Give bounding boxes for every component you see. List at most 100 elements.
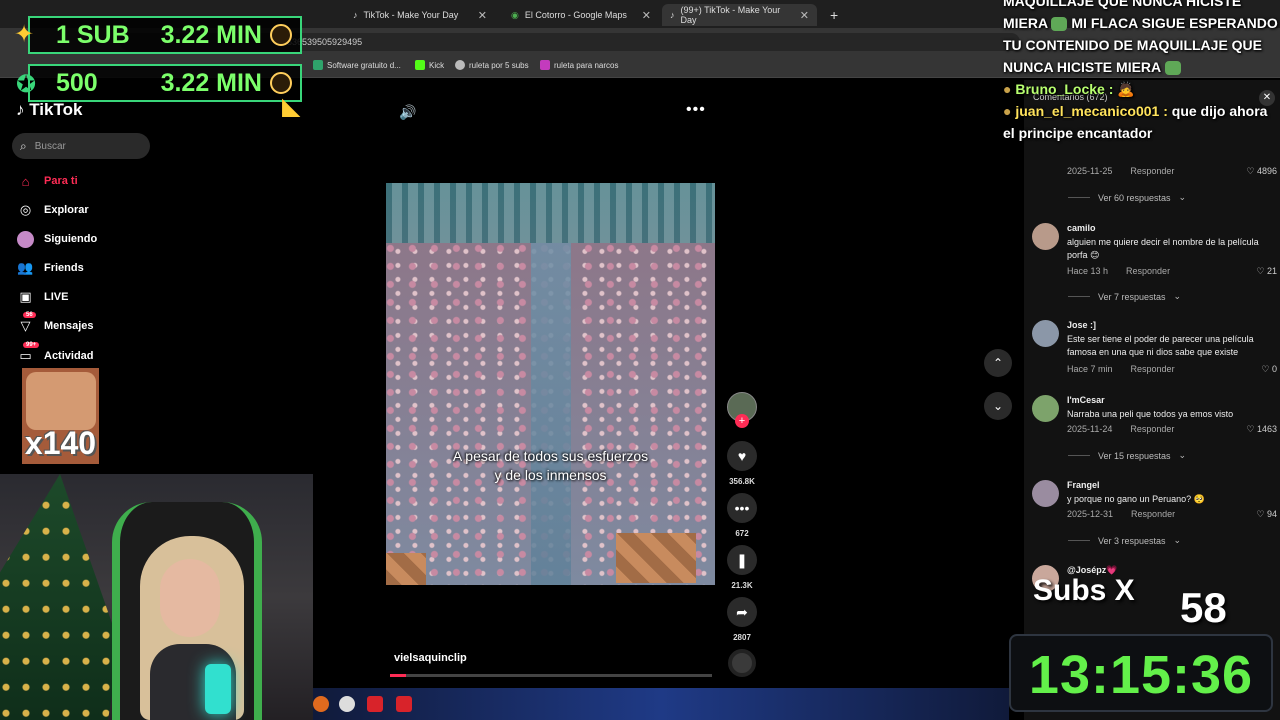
- nav-siguiendo[interactable]: Siguiendo: [17, 229, 97, 249]
- comment-text: Este ser tiene el poder de parecer una p…: [1067, 334, 1254, 357]
- comment-meta: 2025-11-25 Responder: [1067, 166, 1174, 176]
- live-icon: ▣: [19, 289, 32, 304]
- video-progress-bar[interactable]: [390, 674, 712, 677]
- close-tab-icon[interactable]: ✕: [478, 9, 487, 22]
- follow-plus-icon[interactable]: +: [735, 414, 749, 428]
- comment-meta: 2025-12-31 Responder: [1067, 509, 1175, 519]
- comment-button[interactable]: ••• 672: [727, 493, 757, 538]
- nav-actividad[interactable]: ▭ 99+ Actividad: [17, 341, 94, 366]
- bookmark-item[interactable]: ruleta por 5 subs: [455, 60, 529, 70]
- badge-icon: ●: [1003, 81, 1012, 97]
- comment-author[interactable]: I'mCesar: [1067, 395, 1105, 405]
- taskbar-app-icon[interactable]: [396, 696, 412, 712]
- nav-label: LIVE: [44, 291, 69, 303]
- avatar[interactable]: [1032, 223, 1059, 250]
- reply-link[interactable]: Responder: [1126, 266, 1170, 276]
- bookmark-label: ruleta por 5 subs: [469, 60, 529, 70]
- nav-mensajes[interactable]: ▽ 56 Mensajes: [17, 311, 94, 336]
- emote-icon: 🙇: [1117, 81, 1135, 97]
- chevron-down-icon: ⌄: [1173, 291, 1182, 301]
- reply-link[interactable]: Responder: [1131, 364, 1175, 374]
- divider: [1068, 455, 1090, 456]
- comment-item: I'mCesar Narraba una peli que todos ya e…: [1032, 395, 1277, 440]
- timer-value: 13:15:36: [1028, 645, 1254, 705]
- reply-link[interactable]: Responder: [1131, 509, 1175, 519]
- next-video-button[interactable]: ⌄: [984, 392, 1012, 420]
- bookmark-item[interactable]: ruleta para narcos: [540, 60, 618, 70]
- share-button[interactable]: ➦ 2807: [727, 597, 757, 642]
- bookmark-item[interactable]: Software gratuito d...: [313, 60, 401, 70]
- avatar[interactable]: [1032, 320, 1059, 347]
- share-count: 2807: [733, 633, 751, 642]
- avatar[interactable]: [1032, 395, 1059, 422]
- save-count: 21.3K: [731, 581, 753, 590]
- comment-author[interactable]: Jose :]: [1067, 320, 1096, 330]
- comment-text: y porque no gano un Peruano? 🥺: [1067, 494, 1205, 504]
- nav-label: Friends: [44, 262, 84, 274]
- more-options-icon[interactable]: •••: [686, 101, 706, 119]
- comment-time: 2025-12-31: [1067, 509, 1114, 519]
- avatar[interactable]: [1032, 480, 1059, 507]
- subs-multiplier-label: Subs X: [1033, 574, 1135, 607]
- play-icon[interactable]: [339, 696, 355, 712]
- nav-para-ti[interactable]: ⌂ Para ti: [17, 171, 78, 191]
- video-author[interactable]: vielsaquinclip: [394, 652, 467, 664]
- like-button[interactable]: ♥ 356.8K: [727, 441, 757, 486]
- chat-message: ● Bruno_Locke : 🙇: [1003, 78, 1280, 100]
- reply-link[interactable]: Responder: [1130, 166, 1174, 176]
- replies-label: Ver 60 respuestas: [1098, 192, 1171, 203]
- volume-icon[interactable]: 🔊: [399, 104, 416, 121]
- nav-label: Para ti: [44, 175, 78, 187]
- tab-label: El Cotorro - Google Maps: [524, 10, 627, 20]
- save-button[interactable]: ❚ 21.3K: [727, 545, 757, 590]
- gift-time-value: 3.22 MIN: [160, 68, 262, 97]
- comment-likes[interactable]: ♡ 4896: [1246, 166, 1277, 177]
- new-tab-button[interactable]: +: [822, 4, 842, 26]
- sub-row: 1 SUB 3.22 MIN: [28, 16, 302, 54]
- nav-label: Actividad: [44, 350, 94, 362]
- bookmark-item[interactable]: Kick: [415, 60, 444, 70]
- comment-meta: 2025-11-24 Responder: [1067, 424, 1174, 434]
- search-input[interactable]: ⌕ Buscar: [12, 133, 150, 159]
- reply-link[interactable]: Responder: [1130, 424, 1174, 434]
- video-caption: y de los inmensos: [494, 467, 607, 483]
- comment-time: 2025-11-24: [1067, 424, 1113, 434]
- tab-tiktok[interactable]: ♪ TikTok - Make Your Day ✕: [345, 4, 495, 26]
- sub-label: 1 SUB: [56, 20, 130, 49]
- comment-time: Hace 13 h: [1067, 266, 1109, 276]
- chat-message: MAQUILLAJE QUE NUNCA HICISTE MIERA MI FL…: [1003, 0, 1280, 78]
- following-icon: [17, 230, 34, 248]
- view-replies-link[interactable]: Ver 7 respuestas ⌄: [1068, 291, 1181, 302]
- comment-author[interactable]: Frangel: [1067, 480, 1100, 490]
- close-tab-icon[interactable]: ✕: [642, 9, 651, 22]
- view-replies-link[interactable]: Ver 15 respuestas ⌄: [1068, 450, 1186, 461]
- chat-username: Bruno_Locke :: [1015, 81, 1114, 97]
- microphone: [205, 664, 231, 714]
- taskbar-app-icon[interactable]: [313, 696, 329, 712]
- video-frame-detail: [386, 183, 715, 243]
- nav-live[interactable]: ▣ LIVE: [17, 287, 68, 307]
- view-replies-link[interactable]: Ver 3 respuestas ⌄: [1068, 535, 1181, 546]
- video-player[interactable]: A pesar de todos sus esfuerzos y de los …: [386, 183, 715, 585]
- subs-count: 58: [1180, 584, 1227, 631]
- nav-friends[interactable]: 👥 Friends: [17, 258, 84, 278]
- comment-likes[interactable]: ♡ 21: [1256, 266, 1277, 277]
- nav-explorar[interactable]: ◎ Explorar: [17, 200, 89, 220]
- tab-google-maps[interactable]: ◉ El Cotorro - Google Maps ✕: [503, 4, 659, 26]
- christmas-tree: [0, 474, 120, 720]
- music-disc-icon[interactable]: [728, 649, 756, 677]
- taskbar-app-icon[interactable]: [367, 696, 383, 712]
- comment-likes[interactable]: ♡ 0: [1261, 364, 1277, 375]
- tab-tiktok-active[interactable]: ♪ (99+) TikTok - Make Your Day ✕: [662, 4, 817, 26]
- comment-text: alguien me quiere decir el nombre de la …: [1067, 237, 1259, 260]
- comment-likes[interactable]: ♡ 1463: [1246, 424, 1277, 435]
- like-count: 21: [1266, 266, 1277, 276]
- comment-author[interactable]: camilo: [1067, 223, 1096, 233]
- view-replies-link[interactable]: Ver 60 respuestas ⌄: [1068, 192, 1186, 203]
- close-tab-icon[interactable]: ✕: [800, 9, 809, 22]
- divider: [1068, 296, 1090, 297]
- bookmark-label: Kick: [429, 60, 445, 70]
- comment-likes[interactable]: ♡ 94: [1256, 509, 1277, 520]
- previous-video-button[interactable]: ⌃: [984, 349, 1012, 377]
- progress-fill: [390, 674, 407, 677]
